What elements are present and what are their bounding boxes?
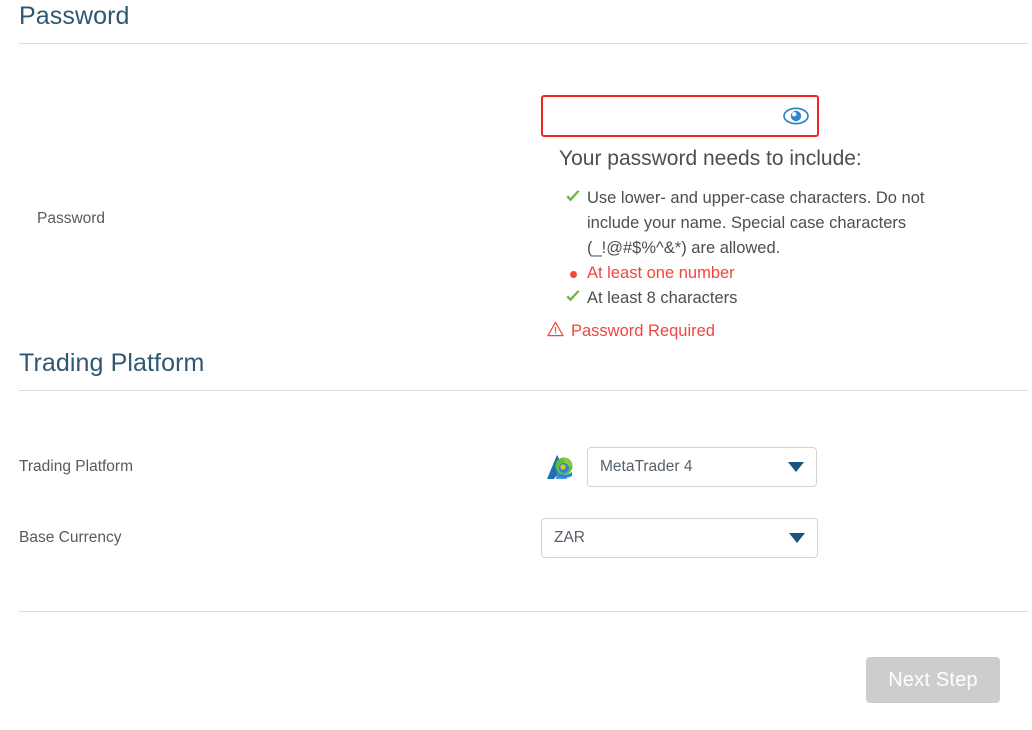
green-check-icon [559, 186, 587, 205]
eye-icon[interactable] [783, 106, 809, 126]
password-rule-item: At least one number [559, 261, 979, 286]
password-field-label: Password [37, 210, 106, 227]
password-rule-item: At least 8 characters [559, 286, 979, 311]
red-bullet-icon [559, 261, 587, 278]
trading-platform-selected-value: MetaTrader 4 [600, 458, 693, 475]
password-hint-title: Your password needs to include: [559, 147, 862, 170]
password-input[interactable] [541, 95, 819, 137]
password-rule-text: At least one number [587, 264, 735, 282]
base-currency-select[interactable]: ZAR [541, 518, 818, 558]
password-section-heading: Password [19, 2, 130, 30]
password-rule-text: At least 8 characters [587, 289, 738, 307]
base-currency-selected-value: ZAR [554, 529, 585, 546]
password-rule-item: Use lower- and upper-case characters. Do… [559, 186, 979, 261]
password-rule-text: Use lower- and upper-case characters. Do… [587, 189, 925, 257]
divider-top [19, 43, 1028, 44]
trading-platform-select[interactable]: MetaTrader 4 [587, 447, 817, 487]
warning-triangle-icon [547, 321, 564, 342]
trading-platform-field-label: Trading Platform [19, 458, 133, 475]
metatrader-logo-icon [545, 452, 577, 482]
chevron-down-icon [788, 462, 804, 472]
green-check-icon [559, 286, 587, 305]
divider-bottom [19, 611, 1028, 612]
base-currency-field-label: Base Currency [19, 529, 122, 546]
next-step-button[interactable]: Next Step [866, 657, 1000, 703]
chevron-down-icon [789, 533, 805, 543]
password-rules-list: Use lower- and upper-case characters. Do… [559, 186, 979, 311]
divider-middle [19, 390, 1028, 391]
password-error-message: Password Required [547, 321, 715, 342]
password-field-group [541, 95, 819, 137]
trading-platform-section-heading: Trading Platform [19, 349, 205, 377]
password-error-text: Password Required [571, 322, 715, 340]
